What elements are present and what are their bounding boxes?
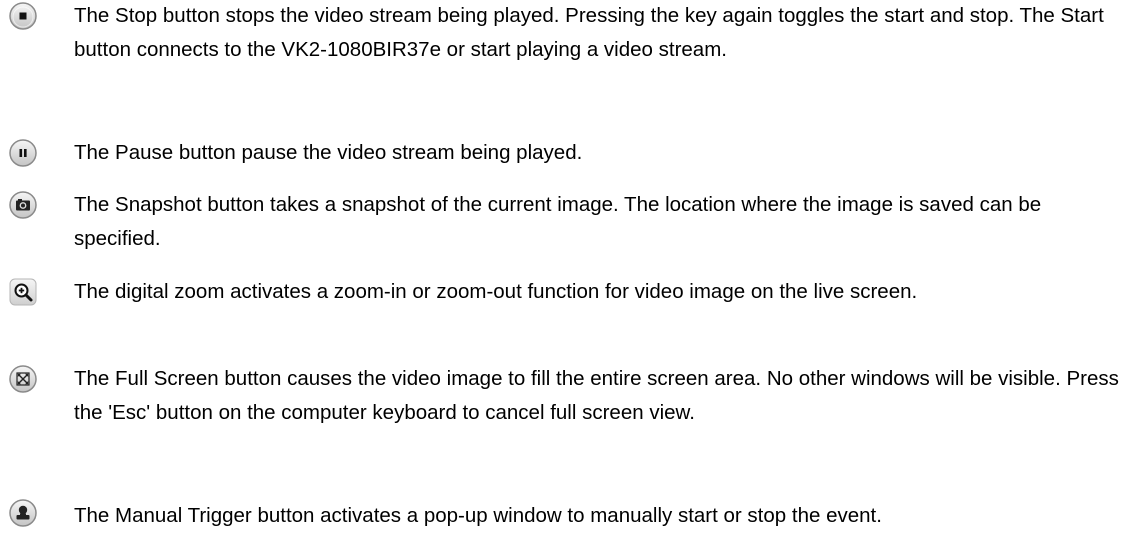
- fullscreen-description: The Full Screen button causes the video …: [74, 367, 1119, 424]
- pause-description: The Pause button pause the video stream …: [74, 141, 583, 164]
- stop-description: The Stop button stops the video stream b…: [74, 4, 1104, 61]
- manual-trigger-icon: [7, 497, 39, 529]
- zoom-description: The digital zoom activates a zoom-in or …: [74, 280, 918, 303]
- stop-icon: [7, 0, 39, 32]
- snapshot-description: The Snapshot button takes a snapshot of …: [74, 193, 1042, 250]
- zoom-in-icon: [7, 276, 39, 308]
- document-page: The Stop button stops the video stream b…: [0, 0, 1126, 536]
- manual-trigger-description: The Manual Trigger button activates a po…: [74, 504, 882, 527]
- fullscreen-icon: [7, 363, 39, 395]
- camera-icon: [7, 189, 39, 221]
- pause-icon: [7, 137, 39, 169]
